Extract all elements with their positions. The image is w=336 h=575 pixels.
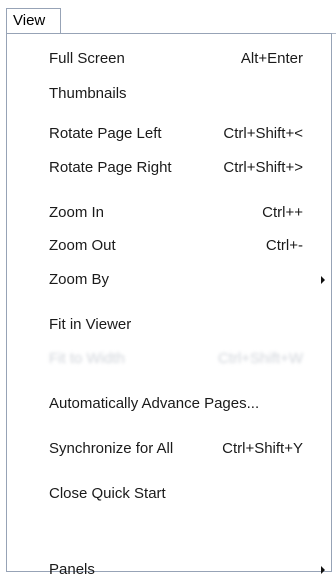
menu-item-shortcut: Alt+Enter	[240, 50, 303, 67]
menu-item-label: Zoom In	[49, 204, 105, 221]
view-menu-title-label: View	[13, 12, 46, 29]
menu-item-fit-in-viewer[interactable]: Fit in Viewer	[7, 311, 331, 339]
view-dropdown-menu: Full Screen Alt+Enter Thumbnails Rotate …	[6, 33, 332, 575]
menu-item-shortcut: Ctrl+-	[265, 237, 303, 254]
menu-item-zoom-out[interactable]: Zoom Out Ctrl+-	[7, 232, 331, 260]
menu-item-label: Rotate Page Right	[49, 159, 172, 176]
menu-item-label: Full Screen	[49, 50, 125, 67]
submenu-arrow-icon	[321, 566, 325, 574]
menu-item-label: Rotate Page Left	[49, 125, 162, 142]
menu-item-label: Zoom Out	[49, 237, 116, 254]
menu-item-rotate-page-left[interactable]: Rotate Page Left Ctrl+Shift+<	[7, 120, 331, 148]
menu-item-fit-to-width: Fit to Width Ctrl+Shift+W	[7, 345, 331, 373]
menu-item-label: Fit to Width	[49, 350, 125, 367]
submenu-arrow-icon	[321, 276, 325, 284]
menu-item-label: Zoom By	[49, 271, 110, 288]
menu-item-close-quick-start[interactable]: Close Quick Start	[7, 480, 331, 508]
menu-item-disabled-unreadable	[7, 512, 331, 540]
menu-item-panels[interactable]: Panels	[7, 556, 331, 575]
menu-item-label: Automatically Advance Pages...	[49, 395, 260, 412]
menu-item-label: Synchronize for All	[49, 440, 174, 457]
menu-item-rotate-page-right[interactable]: Rotate Page Right Ctrl+Shift+>	[7, 154, 331, 182]
menu-item-label: Fit in Viewer	[49, 316, 132, 333]
menu-item-auto-advance-pages[interactable]: Automatically Advance Pages...	[7, 390, 331, 418]
menu-item-full-screen[interactable]: Full Screen Alt+Enter	[7, 45, 331, 73]
menu-item-label: Close Quick Start	[49, 485, 166, 502]
menu-item-synchronize-for-all[interactable]: Synchronize for All Ctrl+Shift+Y	[7, 435, 331, 463]
menu-item-label: Thumbnails	[49, 85, 127, 102]
menu-item-shortcut: Ctrl+Shift+<	[223, 125, 303, 142]
menu-item-zoom-by[interactable]: Zoom By	[7, 266, 331, 294]
menu-item-label: Panels	[49, 561, 95, 575]
menu-item-shortcut: Ctrl+Shift+>	[223, 159, 303, 176]
menu-item-shortcut: Ctrl+Shift+Y	[222, 440, 303, 457]
menu-item-thumbnails[interactable]: Thumbnails	[7, 80, 331, 108]
menu-item-zoom-in[interactable]: Zoom In Ctrl++	[7, 199, 331, 227]
menu-item-shortcut: Ctrl++	[262, 204, 303, 221]
menu-bar: View	[0, 0, 336, 34]
menu-item-shortcut: Ctrl+Shift+W	[217, 350, 303, 367]
view-menu-screenshot: View Full Screen Alt+Enter Thumbnails Ro…	[0, 0, 336, 575]
view-menu-title[interactable]: View	[6, 8, 61, 34]
